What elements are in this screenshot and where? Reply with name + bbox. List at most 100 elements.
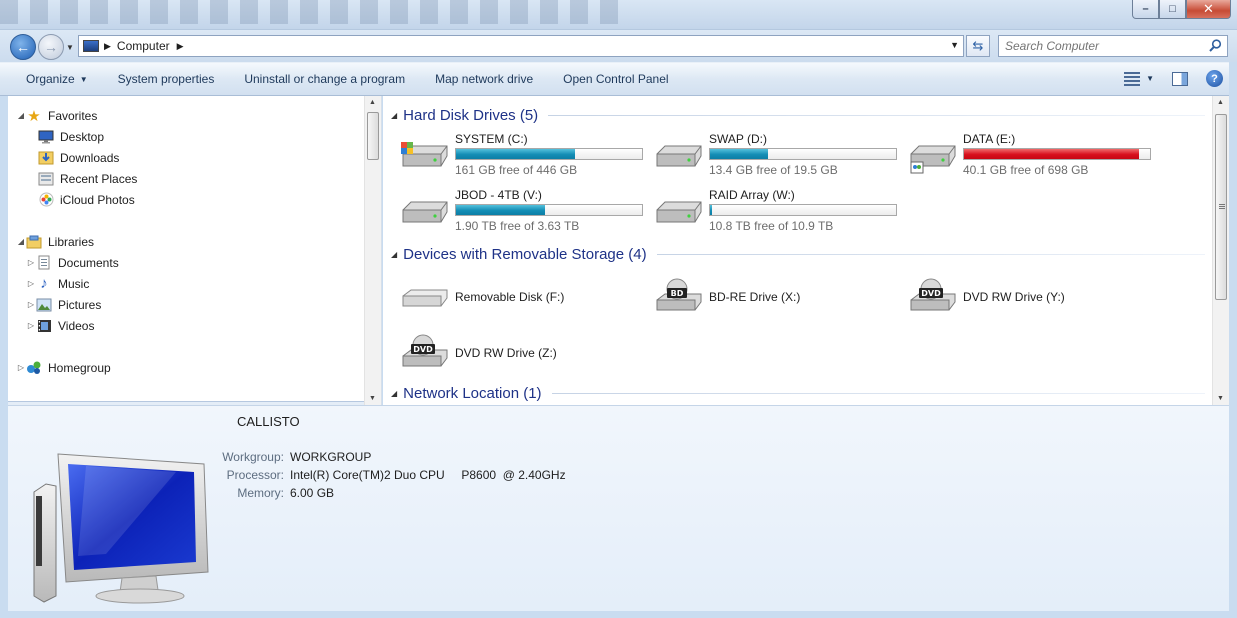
collapse-arrow-icon[interactable]: ◢ [391, 250, 397, 259]
recent-pages-dropdown[interactable]: ▼ [66, 43, 74, 52]
group-header-network-location[interactable]: ◢ Network Location (1) [391, 383, 1205, 403]
scroll-up-arrow-icon[interactable]: ▲ [1217, 99, 1224, 106]
property-label: Memory: [237, 486, 284, 500]
drive-item[interactable]: JBOD - 4TB (V:) 1.90 TB free of 3.63 TB [401, 186, 651, 236]
nav-item-favorites[interactable]: ◢ ★ Favorites [16, 105, 97, 126]
content-scroll-thumb[interactable] [1215, 114, 1227, 300]
group-divider [548, 114, 1205, 116]
property-processor: Processor: Intel(R) Core(TM)2 Duo CPU P86… [146, 468, 566, 484]
group-header-hard-disk-drives[interactable]: ◢ Hard Disk Drives (5) [391, 105, 1205, 125]
help-icon[interactable]: ? [1206, 70, 1223, 87]
property-memory: Memory: 6.00 GB [146, 486, 334, 502]
breadcrumb-computer[interactable]: Computer [117, 39, 170, 53]
refresh-button[interactable]: ⇆ [966, 35, 990, 57]
address-row: ← → ▼ ▶ Computer ▶ ▼ ⇆ [0, 30, 1237, 62]
drive-item[interactable]: SYSTEM (C:) 161 GB free of 446 GB [401, 130, 651, 180]
group-header-removable-storage[interactable]: ◢ Devices with Removable Storage (4) [391, 244, 1205, 264]
dvd-badge: DVD [413, 345, 433, 354]
maximize-button[interactable]: □ [1159, 0, 1186, 19]
address-bar[interactable]: ▶ Computer ▶ ▼ [78, 35, 964, 57]
drive-item[interactable]: RAID Array (W:) 10.8 TB free of 10.9 TB [655, 186, 905, 236]
nav-label: Pictures [58, 297, 102, 312]
navigation-pane: ◢ ★ Favorites Desktop Downloads Recent P… [8, 96, 382, 405]
scroll-up-arrow-icon[interactable]: ▲ [369, 99, 376, 106]
nav-label: iCloud Photos [60, 192, 135, 207]
nav-item-icloud-photos[interactable]: iCloud Photos [38, 189, 135, 210]
expand-arrow-icon[interactable]: ▷ [16, 363, 26, 372]
expand-arrow-icon[interactable]: ▷ [26, 258, 36, 267]
group-divider [551, 392, 1205, 394]
nav-item-recent-places[interactable]: Recent Places [38, 168, 137, 189]
music-icon: ♪ [40, 275, 48, 292]
scroll-down-arrow-icon[interactable]: ▼ [369, 395, 376, 402]
close-button[interactable]: ✕ [1186, 0, 1231, 19]
nav-scroll-thumb[interactable] [367, 112, 379, 160]
expand-arrow-icon[interactable]: ▷ [26, 279, 36, 288]
map-network-drive-button[interactable]: Map network drive [420, 63, 548, 95]
nav-label: Downloads [60, 150, 120, 165]
collapse-arrow-icon[interactable]: ◢ [16, 237, 26, 246]
expand-arrow-icon[interactable]: ▷ [26, 300, 36, 309]
hard-drive-icon [656, 145, 702, 167]
nav-label: Documents [58, 255, 119, 270]
drive-name: RAID Array (W:) [709, 188, 795, 202]
drive-name: DVD RW Drive (Y:) [963, 290, 1065, 304]
scroll-down-arrow-icon[interactable]: ▼ [1217, 395, 1224, 402]
search-input[interactable] [999, 36, 1199, 56]
nav-item-homegroup[interactable]: ▷ Homegroup [16, 357, 111, 378]
dvd-drive-icon: DVD [402, 334, 448, 367]
property-value: WORKGROUP [290, 450, 372, 464]
breadcrumb-chevron-icon[interactable]: ▶ [177, 41, 184, 52]
minimize-button[interactable]: – [1132, 0, 1159, 19]
drive-usage-fill [456, 149, 576, 159]
preview-pane-icon[interactable] [1172, 71, 1188, 86]
chevron-down-icon: ▼ [1146, 74, 1154, 83]
open-control-panel-button[interactable]: Open Control Panel [548, 63, 683, 95]
window-frame-left [0, 96, 8, 618]
drive-item[interactable]: SWAP (D:) 13.4 GB free of 19.5 GB [655, 130, 905, 180]
hard-drive-icon [401, 142, 448, 167]
nav-label: Videos [58, 318, 95, 333]
dvd-drive-icon: DVD [910, 278, 956, 311]
content-scrollbar[interactable]: ▲ ▼ [1212, 96, 1229, 405]
removable-disk-icon [402, 289, 448, 307]
bd-re-drive-item[interactable]: BD BD-RE Drive (X:) [655, 270, 905, 320]
uninstall-program-button[interactable]: Uninstall or change a program [229, 63, 420, 95]
drive-usage-bar [455, 148, 643, 160]
search-icon[interactable] [1209, 39, 1222, 52]
change-view-button[interactable]: ▼ [1124, 71, 1154, 86]
chevron-down-icon: ▼ [79, 74, 88, 84]
expand-arrow-icon[interactable]: ▷ [26, 321, 36, 330]
drive-usage-fill [710, 205, 712, 215]
star-icon: ★ [27, 107, 41, 125]
nav-item-downloads[interactable]: Downloads [38, 147, 119, 168]
nav-item-pictures[interactable]: ▷ Pictures [26, 294, 101, 315]
back-button[interactable]: ← [10, 34, 36, 60]
breadcrumb-chevron-icon[interactable]: ▶ [104, 41, 111, 52]
nav-item-videos[interactable]: ▷ Videos [26, 315, 95, 336]
address-dropdown-icon[interactable]: ▼ [950, 40, 959, 50]
search-box[interactable] [998, 35, 1228, 57]
hard-drive-icon [656, 201, 702, 223]
documents-icon [36, 255, 52, 271]
drive-free-space: 161 GB free of 446 GB [455, 163, 578, 177]
collapse-arrow-icon[interactable]: ◢ [391, 389, 397, 398]
dvd-rw-drive-item[interactable]: DVD DVD RW Drive (Z:) [401, 326, 651, 376]
drive-item[interactable]: DATA (E:) 40.1 GB free of 698 GB [909, 130, 1159, 180]
dvd-rw-drive-item[interactable]: DVD DVD RW Drive (Y:) [909, 270, 1159, 320]
removable-disk-item[interactable]: Removable Disk (F:) [401, 270, 651, 320]
forward-button[interactable]: → [38, 34, 64, 60]
drive-name: DVD RW Drive (Z:) [455, 346, 557, 360]
organize-menu[interactable]: Organize ▼ [0, 63, 103, 95]
nav-item-documents[interactable]: ▷ Documents [26, 252, 119, 273]
nav-item-music[interactable]: ▷ ♪ Music [26, 273, 89, 294]
bd-badge: BD [671, 289, 684, 298]
collapse-arrow-icon[interactable]: ◢ [391, 111, 397, 120]
nav-item-desktop[interactable]: Desktop [38, 126, 104, 147]
nav-scrollbar[interactable]: ▲ ▼ [364, 96, 381, 405]
nav-label: Music [58, 276, 90, 291]
nav-item-libraries[interactable]: ◢ Libraries [16, 231, 94, 252]
collapse-arrow-icon[interactable]: ◢ [16, 111, 26, 120]
system-properties-button[interactable]: System properties [103, 63, 230, 95]
drive-usage-bar [963, 148, 1151, 160]
